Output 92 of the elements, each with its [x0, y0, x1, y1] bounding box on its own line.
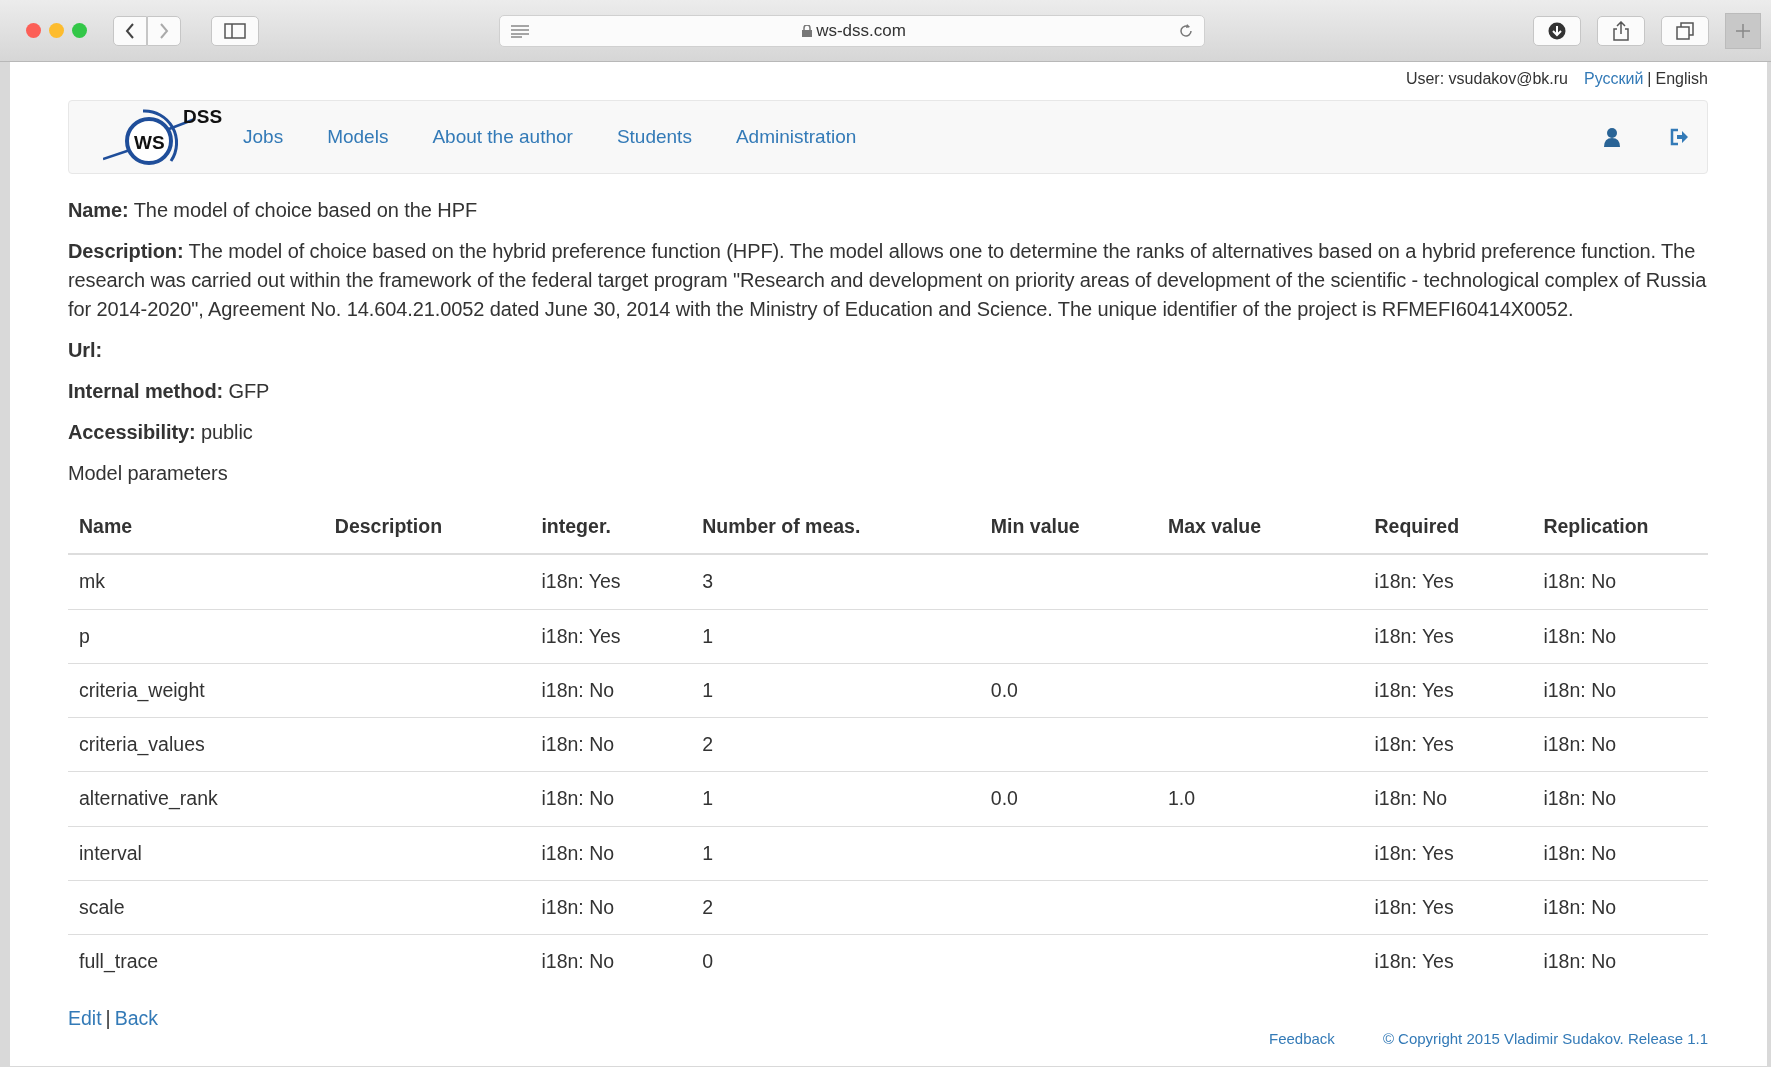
table-cell: 1 [691, 771, 980, 826]
nav-link[interactable]: Jobs [243, 122, 284, 152]
lock-icon [802, 24, 813, 37]
table-cell: 1 [691, 826, 980, 881]
section-title: Model parameters [68, 461, 229, 486]
table-cell: i18n: Yes [1363, 663, 1533, 718]
column-header: Min value [979, 500, 1157, 555]
nav-link[interactable]: Models [327, 122, 389, 152]
table-cell: i18n: Yes [1363, 609, 1533, 664]
column-header: Name [68, 500, 324, 555]
table-cell: i18n: No [530, 663, 692, 718]
table-cell: 0 [691, 934, 980, 989]
table-cell: i18n: No [1532, 880, 1708, 935]
sidebar-icon [224, 22, 246, 39]
table-cell: 2 [691, 717, 980, 772]
table-cell: i18n: No [1532, 717, 1708, 772]
feedback-link[interactable]: Feedback [1269, 1027, 1335, 1050]
address-bar[interactable]: ws-dss.com [499, 14, 1205, 47]
table-cell: criteria_values [68, 717, 324, 772]
column-header: Description [323, 500, 531, 555]
table-cell: i18n: No [530, 880, 692, 935]
user-icon[interactable] [1603, 127, 1621, 147]
table-cell: alternative_rank [68, 771, 324, 826]
language-link[interactable]: Русский [1584, 70, 1644, 87]
sidebar-button[interactable] [211, 15, 259, 46]
table-cell: 0.0 [979, 771, 1157, 826]
download-button[interactable] [1533, 15, 1581, 46]
reader-icon[interactable] [510, 23, 530, 38]
nav-link[interactable]: Students [616, 122, 692, 152]
table-cell: i18n: Yes [1363, 717, 1533, 772]
table-cell: i18n: No [1532, 934, 1708, 989]
window-button[interactable] [26, 23, 41, 38]
column-header: Max value [1156, 500, 1364, 555]
table-cell: i18n: No [530, 717, 692, 772]
back-icon [124, 21, 136, 40]
table-cell: i18n: Yes [1363, 554, 1533, 609]
new-tab-button[interactable] [1725, 12, 1761, 49]
download-icon [1548, 21, 1566, 40]
tabs-button[interactable] [1661, 15, 1709, 46]
table-cell: i18n: No [1363, 771, 1533, 826]
field-text: Url: [68, 338, 104, 363]
table-cell: 3 [691, 554, 980, 609]
table-cell: 1 [691, 663, 980, 718]
table-cell: i18n: No [530, 826, 692, 881]
table-cell: interval [68, 826, 324, 881]
back-button[interactable] [113, 15, 147, 46]
forward-icon [158, 21, 170, 40]
table-cell: i18n: Yes [1363, 934, 1533, 989]
table-cell: i18n: No [530, 934, 692, 989]
table-cell: i18n: Yes [1363, 880, 1533, 935]
field-text: Description: The model of choice based on the hybrid preference function (HPF). The model allows one to determine the ranks of alternatives based on a hybrid preference function. The research was carried out within the framework of the federal target program "Research and development on priority areas of development of the scientific - technological complex of Russia for 2014-2020", Agreement No. 14.604.21.0052 dated June 30, 2014 with the Ministry of Education and Science. The unique identifier of the project is RFMEFI60414X0052. [68, 239, 1708, 322]
nav-link[interactable]: Administration [735, 122, 857, 152]
table-cell: criteria_weight [68, 663, 324, 718]
copyright-text: © Copyright 2015 Vladimir Sudakov. Release 1.1 [1382, 1028, 1708, 1049]
separator-text: | [1647, 70, 1652, 87]
table-cell: i18n: No [530, 771, 692, 826]
table-cell: i18n: No [1532, 609, 1708, 664]
table-cell: 0.0 [979, 663, 1157, 718]
field-text: Internal method: GFP [68, 379, 271, 404]
column-header: integer. [530, 500, 692, 555]
table-cell: i18n: Yes [530, 554, 692, 609]
reload-icon[interactable] [1178, 22, 1194, 39]
user-label: User: vsudakov@bk.ru [1405, 70, 1568, 87]
table-cell: i18n: No [1532, 771, 1708, 826]
table-cell: p [68, 609, 324, 664]
new-tab-icon [1736, 23, 1750, 38]
share-icon [1613, 20, 1629, 41]
table-cell: i18n: No [1532, 826, 1708, 881]
nav-link[interactable]: About the author [432, 122, 573, 152]
field-text: Accessibility: public [68, 420, 254, 445]
field-text: Name: The model of choice based on the HPF [68, 198, 478, 223]
table-cell: full_trace [68, 934, 324, 989]
table-cell: 2 [691, 880, 980, 935]
language-link[interactable]: English [1655, 70, 1708, 87]
action-link[interactable]: Edit [68, 1007, 102, 1030]
table-cell: i18n: Yes [1363, 826, 1533, 881]
url-text: ws-dss.com [816, 19, 906, 42]
share-button[interactable] [1597, 15, 1645, 46]
table-cell: i18n: No [1532, 663, 1708, 718]
column-header: Number of meas. [691, 500, 980, 555]
table-cell: mk [68, 554, 324, 609]
table-cell: scale [68, 880, 324, 935]
tabs-icon [1676, 21, 1694, 40]
column-header: Replication [1532, 500, 1708, 555]
table-cell: 1.0 [1156, 771, 1364, 826]
action-link[interactable]: Back [114, 1007, 159, 1030]
table-cell: i18n: No [1532, 554, 1708, 609]
column-header: Required [1363, 500, 1533, 555]
table-cell: 1 [691, 609, 980, 664]
table-cell: i18n: Yes [530, 609, 692, 664]
separator-text: | [105, 1007, 111, 1030]
logout-icon[interactable] [1669, 128, 1689, 146]
